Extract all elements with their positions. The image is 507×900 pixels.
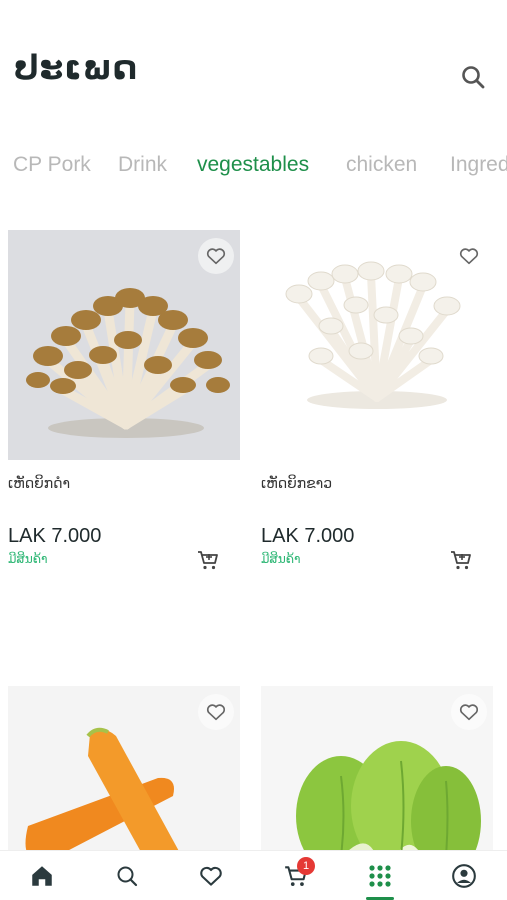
product-image[interactable]: [261, 230, 493, 460]
add-cart-icon: [451, 551, 471, 570]
nav-favorites[interactable]: [194, 859, 228, 893]
bottom-nav: 1: [0, 850, 507, 900]
home-icon: [32, 866, 52, 886]
add-to-cart-button[interactable]: [449, 548, 473, 572]
product-image[interactable]: [8, 230, 240, 460]
heart-icon: [206, 704, 226, 721]
favorite-button[interactable]: [198, 694, 234, 730]
heart-icon: [206, 248, 226, 265]
search-icon: [117, 866, 138, 887]
product-image[interactable]: [8, 686, 240, 850]
favorite-button[interactable]: [451, 694, 487, 730]
product-grid: ເຫັດຍິກດຳ LAK 7.000 ມີສິນຄ້າ ເຫັດຍິກຂາວ …: [0, 0, 507, 900]
heart-icon: [459, 248, 479, 265]
stock-status: ມີສິນຄ້າ: [261, 552, 301, 566]
product-card[interactable]: ເຫັດຍິກຂາວ LAK 7.000 ມີສິນຄ້າ: [261, 230, 493, 575]
heart-icon: [200, 866, 222, 886]
product-name: ເຫັດຍິກດຳ: [8, 476, 71, 492]
favorite-button[interactable]: [451, 238, 487, 274]
profile-icon: [452, 864, 476, 888]
product-name: ເຫັດຍິກຂາວ: [261, 476, 333, 492]
add-to-cart-button[interactable]: [196, 548, 220, 572]
product-card[interactable]: ເຫັດຍິກດຳ LAK 7.000 ມີສິນຄ້າ: [8, 230, 240, 575]
product-price: LAK 7.000: [8, 525, 102, 547]
product-card[interactable]: [8, 686, 240, 850]
cart-badge: 1: [297, 857, 315, 875]
nav-search[interactable]: [110, 859, 144, 893]
product-card[interactable]: [261, 686, 493, 850]
favorite-button[interactable]: [198, 238, 234, 274]
grid-icon: [369, 865, 391, 887]
nav-home[interactable]: [25, 859, 59, 893]
nav-categories[interactable]: [363, 859, 397, 893]
product-price: LAK 7.000: [261, 525, 355, 547]
product-image[interactable]: [261, 686, 493, 850]
nav-profile[interactable]: [447, 859, 481, 893]
nav-cart[interactable]: 1: [279, 857, 315, 893]
stock-status: ມີສິນຄ້າ: [8, 552, 48, 566]
add-cart-icon: [198, 551, 218, 570]
heart-icon: [459, 704, 479, 721]
